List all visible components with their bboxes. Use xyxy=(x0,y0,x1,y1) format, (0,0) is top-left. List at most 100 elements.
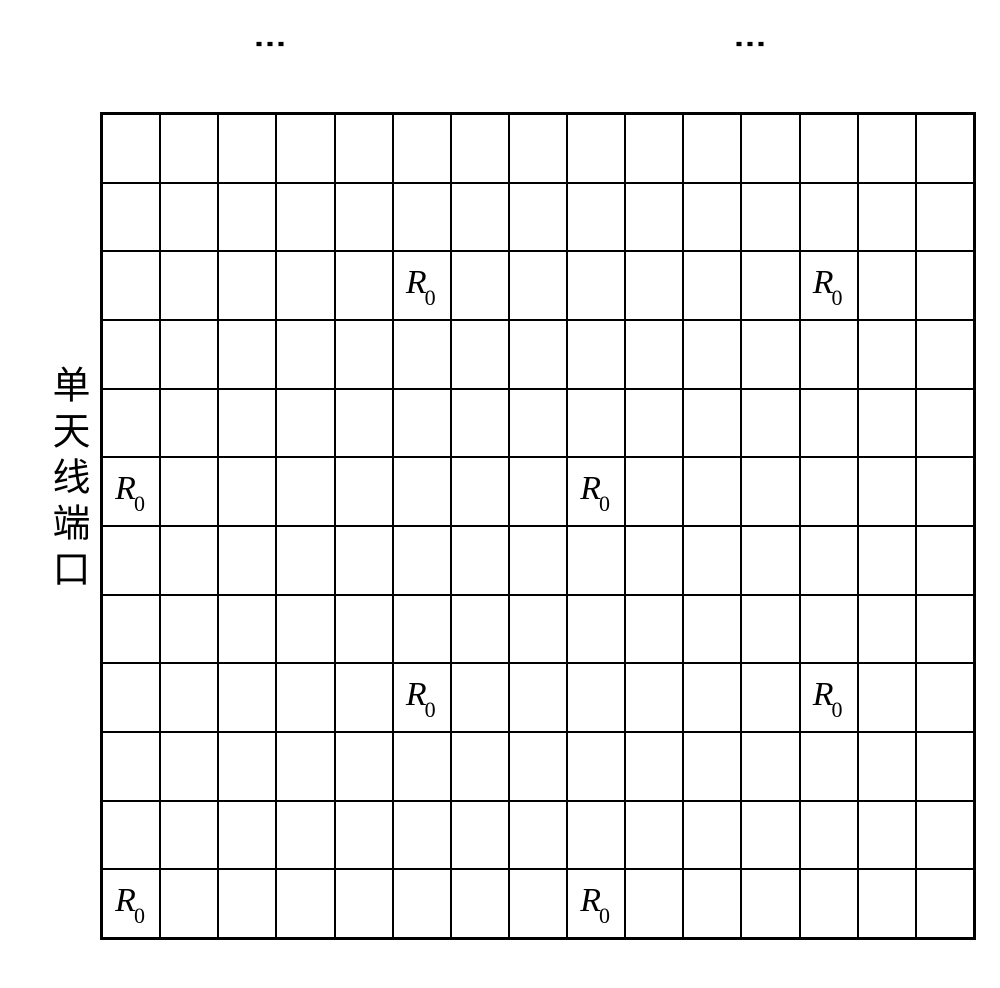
grid-cell xyxy=(335,320,393,389)
grid-cell xyxy=(160,251,218,320)
grid-cell xyxy=(858,183,916,252)
grid-cell xyxy=(451,732,509,801)
grid-cell: R0 xyxy=(102,869,160,938)
grid-cell xyxy=(218,732,276,801)
grid-cell xyxy=(276,732,334,801)
grid-cell xyxy=(393,457,451,526)
grid-cell xyxy=(393,526,451,595)
grid-cell xyxy=(567,389,625,458)
grid-cell xyxy=(858,595,916,664)
grid-cell xyxy=(858,320,916,389)
grid-cell xyxy=(451,526,509,595)
grid-cell xyxy=(451,114,509,183)
grid-cell xyxy=(102,251,160,320)
resource-grid: R0R0R0R0R0R0R0R0 xyxy=(100,112,976,940)
grid-cell xyxy=(858,663,916,732)
grid-cell xyxy=(451,320,509,389)
reference-symbol: R0 xyxy=(406,676,438,719)
grid-cell xyxy=(625,595,683,664)
grid-cell xyxy=(800,595,858,664)
grid-cell xyxy=(102,801,160,870)
grid-cell xyxy=(916,251,974,320)
continuation-dots-left: ⋮ xyxy=(264,28,277,56)
grid-cell xyxy=(683,320,741,389)
grid-cell xyxy=(335,389,393,458)
grid-cell xyxy=(858,114,916,183)
grid-cell xyxy=(509,114,567,183)
grid-cell xyxy=(567,526,625,595)
reference-symbol: R0 xyxy=(813,264,845,307)
grid-cell xyxy=(393,732,451,801)
grid-cell xyxy=(218,389,276,458)
grid-cell xyxy=(741,389,799,458)
grid-cell xyxy=(276,663,334,732)
grid-cell xyxy=(276,801,334,870)
grid-cell xyxy=(451,595,509,664)
grid-cell xyxy=(858,732,916,801)
grid-cell xyxy=(567,251,625,320)
grid-cell xyxy=(335,663,393,732)
grid-cell xyxy=(567,183,625,252)
grid-cell xyxy=(916,663,974,732)
grid-cell xyxy=(335,251,393,320)
grid-cell xyxy=(276,114,334,183)
grid-cell xyxy=(160,457,218,526)
grid-cell xyxy=(160,801,218,870)
grid-cell xyxy=(218,595,276,664)
grid-cell xyxy=(335,595,393,664)
grid-cell xyxy=(393,869,451,938)
grid-cell xyxy=(335,457,393,526)
grid-cell xyxy=(625,389,683,458)
grid-cell xyxy=(393,320,451,389)
grid-cell xyxy=(509,389,567,458)
grid-cell: R0 xyxy=(567,457,625,526)
grid-cell xyxy=(625,114,683,183)
grid-cell xyxy=(916,732,974,801)
grid-cell xyxy=(800,320,858,389)
grid-cell xyxy=(451,251,509,320)
grid-cell xyxy=(916,114,974,183)
grid-cell xyxy=(625,663,683,732)
grid-cell xyxy=(741,869,799,938)
grid-cell xyxy=(741,251,799,320)
grid-cell xyxy=(741,732,799,801)
grid-cell xyxy=(625,801,683,870)
grid-cell xyxy=(625,457,683,526)
grid-cell xyxy=(102,320,160,389)
grid-cell xyxy=(916,320,974,389)
diagram-container: 单天线端口 ⋮ ⋮ R0R0R0R0R0R0R0R0 xyxy=(0,0,1000,988)
grid-cell xyxy=(451,801,509,870)
grid-cell xyxy=(276,389,334,458)
grid-cell xyxy=(218,251,276,320)
reference-symbol: R0 xyxy=(406,264,438,307)
grid-cell xyxy=(858,869,916,938)
grid-cell xyxy=(393,595,451,664)
grid-cell xyxy=(335,801,393,870)
grid-cell xyxy=(916,869,974,938)
grid-cell xyxy=(683,663,741,732)
grid-cell: R0 xyxy=(393,251,451,320)
continuation-dots-right: ⋮ xyxy=(744,28,757,56)
grid-cell xyxy=(567,801,625,870)
grid-cell xyxy=(276,457,334,526)
grid-cell xyxy=(683,251,741,320)
grid-cell xyxy=(683,869,741,938)
grid-cell xyxy=(625,320,683,389)
grid-cell xyxy=(858,457,916,526)
grid-cell xyxy=(160,183,218,252)
grid-cell xyxy=(160,320,218,389)
grid-cell xyxy=(218,526,276,595)
grid-cell xyxy=(218,320,276,389)
grid-cell xyxy=(335,183,393,252)
grid-cell xyxy=(567,732,625,801)
grid-cell xyxy=(916,526,974,595)
grid-cell xyxy=(625,183,683,252)
grid-cell xyxy=(683,595,741,664)
grid-cell xyxy=(276,251,334,320)
grid-cell xyxy=(102,732,160,801)
grid-cell xyxy=(509,732,567,801)
grid-cell xyxy=(509,869,567,938)
grid-cell xyxy=(683,457,741,526)
grid-cell xyxy=(800,183,858,252)
grid-cell xyxy=(276,320,334,389)
